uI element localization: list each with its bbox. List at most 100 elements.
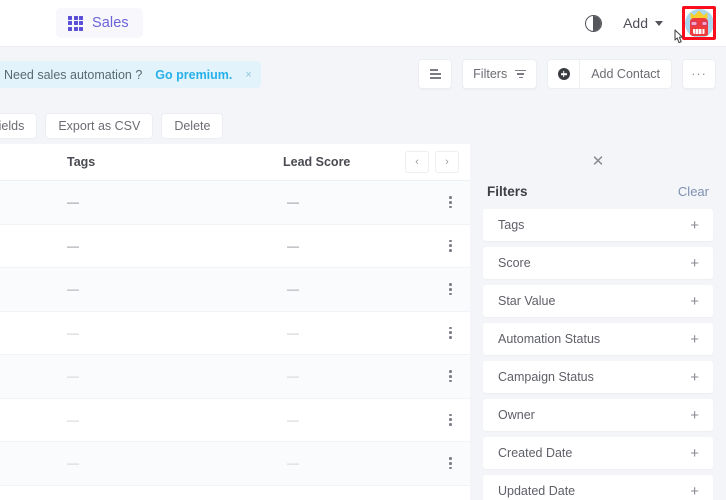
bulk-action-row: Fields Export as CSV Delete xyxy=(0,102,726,144)
plus-icon[interactable]: + xyxy=(690,332,699,347)
table-row[interactable]: — — xyxy=(0,225,470,268)
plus-icon[interactable]: + xyxy=(690,408,699,423)
cell-lead-score: — xyxy=(287,369,299,384)
filter-item-label: Automation Status xyxy=(498,332,601,346)
filter-item-campaign-status[interactable]: Campaign Status + xyxy=(483,361,713,393)
filter-item-label: Created Date xyxy=(498,446,573,460)
delete-button[interactable]: Delete xyxy=(161,113,224,139)
add-contact-button[interactable]: Add Contact xyxy=(579,59,672,89)
cell-tags: — xyxy=(67,456,79,471)
fields-button[interactable]: Fields xyxy=(0,113,38,139)
list-view-button[interactable] xyxy=(418,59,453,89)
export-csv-button[interactable]: Export as CSV xyxy=(45,113,154,139)
filters-button[interactable]: Filters xyxy=(462,59,538,89)
table-row[interactable]: — — xyxy=(0,355,470,399)
more-vertical-icon[interactable] xyxy=(449,326,452,339)
contrast-toggle-icon xyxy=(584,14,602,32)
top-bar-right: Add xyxy=(576,6,726,40)
funnel-icon xyxy=(515,69,527,79)
plus-circle-icon xyxy=(557,68,570,80)
app-switcher-sales[interactable]: Sales xyxy=(56,8,143,38)
plus-icon[interactable]: + xyxy=(690,446,699,461)
filters-panel-title: Filters xyxy=(487,184,528,199)
cell-tags: — xyxy=(67,369,79,384)
table-body: — — — — — — — — — — — — — — xyxy=(0,181,470,486)
more-options-button[interactable]: ··· xyxy=(682,59,716,89)
top-bar: Sales Add xyxy=(0,0,726,47)
more-vertical-icon[interactable] xyxy=(449,370,452,383)
more-vertical-icon[interactable] xyxy=(449,239,452,252)
cell-lead-score: — xyxy=(287,325,299,340)
chevron-down-icon xyxy=(655,20,663,26)
cell-lead-score: — xyxy=(287,195,299,210)
filter-item-automation-status[interactable]: Automation Status + xyxy=(483,323,713,355)
delete-button-label: Delete xyxy=(174,119,211,133)
more-vertical-icon[interactable] xyxy=(449,457,452,470)
promo-banner: Need sales automation ? Go premium. × xyxy=(0,61,261,88)
filters-clear-link[interactable]: Clear xyxy=(678,184,709,199)
go-premium-link[interactable]: Go premium. xyxy=(155,68,232,82)
close-icon: ✕ xyxy=(591,153,605,170)
filter-item-owner[interactable]: Owner + xyxy=(483,399,713,431)
pager-next-button[interactable]: › xyxy=(435,151,459,173)
more-vertical-icon[interactable] xyxy=(449,413,452,426)
table-row[interactable]: — — xyxy=(0,181,470,225)
filter-item-created-date[interactable]: Created Date + xyxy=(483,437,713,469)
bulk-action-buttons: Fields Export as CSV Delete xyxy=(0,113,224,139)
filter-item-label: Updated Date xyxy=(498,484,576,498)
cell-tags: — xyxy=(67,412,79,427)
table-header-row: Tags Lead Score ‹ › xyxy=(0,144,470,181)
more-vertical-icon[interactable] xyxy=(449,283,452,296)
cell-tags: — xyxy=(67,325,79,340)
table-row[interactable]: — — xyxy=(0,442,470,486)
filters-panel: ✕ Filters Clear Tags + Score + Star Value + Au… xyxy=(470,144,726,500)
pager-prev-button[interactable]: ‹ xyxy=(405,151,429,173)
table-row[interactable]: — — xyxy=(0,399,470,442)
more-options-label: ··· xyxy=(691,67,707,81)
filters-button-label: Filters xyxy=(473,67,508,81)
filter-item-label: Score xyxy=(498,256,531,270)
filters-panel-header: Filters Clear xyxy=(470,178,726,209)
user-avatar[interactable] xyxy=(684,8,714,38)
plus-icon[interactable]: + xyxy=(690,294,699,309)
plus-icon[interactable]: + xyxy=(690,218,699,233)
plus-icon[interactable]: + xyxy=(690,370,699,385)
cell-lead-score: — xyxy=(287,456,299,471)
filter-item-star-value[interactable]: Star Value + xyxy=(483,285,713,317)
filter-item-score[interactable]: Score + xyxy=(483,247,713,279)
contrast-toggle-button[interactable] xyxy=(576,6,610,40)
table-row[interactable]: — — xyxy=(0,268,470,312)
filter-item-tags[interactable]: Tags + xyxy=(483,209,713,241)
app-chip-label: Sales xyxy=(92,15,129,31)
add-contact-label: Add Contact xyxy=(591,67,660,81)
export-csv-label: Export as CSV xyxy=(58,119,141,133)
promo-close-icon[interactable]: × xyxy=(245,69,251,81)
list-view-icon xyxy=(429,69,441,79)
cell-lead-score: — xyxy=(287,238,299,253)
filters-panel-close-button[interactable]: ✕ xyxy=(470,144,726,178)
plus-icon[interactable]: + xyxy=(690,484,699,499)
filter-item-updated-date[interactable]: Updated Date + xyxy=(483,475,713,500)
column-header-tags[interactable]: Tags xyxy=(67,155,95,169)
add-button[interactable]: Add xyxy=(612,8,674,38)
plus-icon[interactable]: + xyxy=(690,256,699,271)
contacts-toolbar: Filters Add Contact ··· xyxy=(418,59,716,89)
column-header-lead-score[interactable]: Lead Score xyxy=(283,155,350,169)
filter-item-label: Campaign Status xyxy=(498,370,594,384)
crm-contacts-page: Sales Add Need sales automation ? Go pre… xyxy=(0,0,726,500)
cell-lead-score: — xyxy=(287,412,299,427)
glasses-icon xyxy=(690,21,708,26)
table-row[interactable]: — — xyxy=(0,312,470,355)
filters-list: Tags + Score + Star Value + Automation Status +… xyxy=(470,209,726,500)
app-grid-icon xyxy=(68,15,83,31)
cell-tags: — xyxy=(67,195,79,210)
cell-tags: — xyxy=(67,238,79,253)
more-vertical-icon[interactable] xyxy=(449,196,452,209)
table-pager: ‹ › xyxy=(405,151,459,173)
cell-lead-score: — xyxy=(287,282,299,297)
avatar-container[interactable] xyxy=(682,6,716,40)
promo-text: Need sales automation ? xyxy=(4,67,143,82)
fields-button-label: Fields xyxy=(0,119,25,133)
add-contact-plus-button[interactable] xyxy=(547,59,580,89)
cell-tags: — xyxy=(67,282,79,297)
